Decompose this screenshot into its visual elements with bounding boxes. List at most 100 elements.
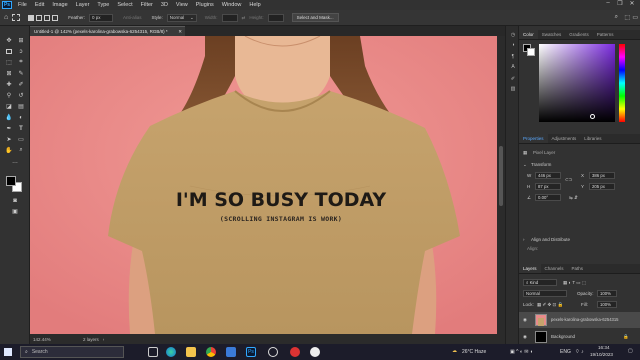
tab-properties[interactable]: Properties bbox=[519, 134, 548, 143]
select-and-mask-button[interactable]: Select and Mask... bbox=[291, 13, 339, 22]
lock-icons[interactable]: ▦ ✐ ✥ ⊡ 🔒 bbox=[537, 302, 563, 308]
close-tab-icon[interactable]: ✕ bbox=[178, 29, 182, 35]
link-icon[interactable]: ⊂⊃ bbox=[565, 177, 573, 183]
tab-patterns[interactable]: Patterns bbox=[593, 30, 618, 39]
share-icon[interactable]: ⬚ bbox=[624, 14, 630, 21]
hand-tool-icon[interactable]: ✋ bbox=[4, 146, 14, 155]
character-icon[interactable]: A bbox=[509, 64, 517, 71]
capture-app-icon[interactable] bbox=[268, 347, 278, 357]
artboard-tool-icon[interactable]: ⊞ bbox=[16, 36, 26, 45]
photoshop-taskbar-icon[interactable]: Ps bbox=[246, 347, 256, 357]
y-field[interactable]: 205 px bbox=[589, 183, 615, 190]
record-app-icon[interactable] bbox=[290, 347, 300, 357]
color-picker-field[interactable] bbox=[539, 44, 615, 122]
menu-edit[interactable]: Edit bbox=[35, 2, 44, 8]
menu-file[interactable]: File bbox=[18, 2, 27, 8]
color-picker-cursor[interactable] bbox=[590, 114, 595, 119]
menu-3d[interactable]: 3D bbox=[161, 2, 168, 8]
layer-filter-dropdown[interactable]: ⌕ Kind bbox=[523, 279, 557, 286]
vertical-scrollbar[interactable] bbox=[497, 36, 505, 334]
zoom-level[interactable]: 142.44% bbox=[33, 337, 73, 342]
path-selection-icon[interactable]: ➤ bbox=[4, 135, 14, 144]
clock-date[interactable]: 19/10/2023 bbox=[590, 352, 613, 357]
foreground-color-swatch[interactable] bbox=[6, 176, 16, 186]
network-volume-icons[interactable]: ⌔ ♪ bbox=[575, 349, 584, 355]
dodge-tool-icon[interactable]: ◐ bbox=[16, 113, 26, 122]
libraries-icon[interactable]: ▥ bbox=[509, 86, 517, 93]
menu-view[interactable]: View bbox=[176, 2, 188, 8]
paragraph-icon[interactable]: ¶ bbox=[509, 54, 517, 61]
menu-layer[interactable]: Layer bbox=[76, 2, 90, 8]
clone-stamp-icon[interactable]: ⚲ bbox=[4, 91, 14, 100]
type-tool-icon[interactable]: T bbox=[16, 124, 26, 133]
menu-type[interactable]: Type bbox=[97, 2, 109, 8]
scrollbar-thumb[interactable] bbox=[499, 146, 503, 206]
clock-time[interactable]: 16:34 bbox=[598, 345, 610, 350]
tab-channels[interactable]: Channels bbox=[541, 264, 568, 273]
history-brush-icon[interactable]: ↺ bbox=[16, 91, 26, 100]
style-dropdown[interactable]: Normal ⌄ bbox=[166, 13, 197, 22]
tray-icons[interactable]: ▣ ^ ◐ ✉ ◖ bbox=[510, 349, 533, 355]
weather-text[interactable]: 26°C Haze bbox=[462, 349, 486, 355]
eyedropper-tool-icon[interactable]: ✎ bbox=[16, 69, 26, 78]
language-indicator[interactable]: ENG bbox=[560, 349, 571, 355]
windows-start-icon[interactable] bbox=[4, 348, 12, 356]
height-input[interactable] bbox=[267, 13, 284, 22]
adjustments-icon[interactable]: ◑ bbox=[509, 42, 517, 49]
tab-libraries[interactable]: Libraries bbox=[580, 134, 605, 143]
marquee-tool-icon[interactable] bbox=[12, 14, 21, 21]
weather-icon[interactable]: ☁ bbox=[452, 348, 457, 354]
visibility-eye-icon[interactable]: ◉ bbox=[523, 334, 527, 340]
tab-color[interactable]: Color bbox=[519, 30, 538, 39]
document-canvas[interactable]: I'M SO BUSY TODAY (SCROLLING INSTAGRAM I… bbox=[30, 36, 497, 334]
flip-icons[interactable]: ⇋ ⇵ bbox=[569, 195, 578, 201]
opacity-field[interactable]: 100% bbox=[597, 290, 617, 297]
background-swatch-small[interactable] bbox=[527, 48, 535, 56]
media-app-icon[interactable] bbox=[310, 347, 320, 357]
menu-help[interactable]: Help bbox=[249, 2, 260, 8]
document-tab[interactable]: Untitled-1 @ 142% (pexels-karolina-grabo… bbox=[30, 26, 185, 36]
swap-icon[interactable]: ⇄ bbox=[242, 15, 246, 21]
menu-window[interactable]: Window bbox=[222, 2, 242, 8]
search-icon[interactable]: ⌕ bbox=[615, 14, 618, 21]
layer-row[interactable]: ◉ Background 🔒 bbox=[519, 330, 640, 344]
home-icon[interactable]: ⌂ bbox=[4, 14, 8, 21]
tab-layers[interactable]: Layers bbox=[519, 264, 541, 273]
frame-tool-icon[interactable]: ⊠ bbox=[4, 69, 14, 78]
feather-input[interactable]: 0 px bbox=[89, 13, 113, 22]
crop-tool-icon[interactable]: ⌗ bbox=[16, 58, 26, 67]
task-view-icon[interactable] bbox=[148, 347, 158, 357]
hue-slider[interactable] bbox=[619, 44, 625, 122]
restore-icon[interactable]: ❐ bbox=[614, 0, 626, 7]
history-icon[interactable]: ◷ bbox=[509, 32, 517, 39]
chrome-icon[interactable] bbox=[206, 347, 216, 357]
antialias-label[interactable]: Anti-alias bbox=[123, 15, 142, 20]
brush-tool-icon[interactable]: ✐ bbox=[16, 80, 26, 89]
tab-gradients[interactable]: Gradients bbox=[565, 30, 593, 39]
x-field[interactable]: 386 px bbox=[589, 172, 615, 179]
angle-field[interactable]: 0.00° bbox=[535, 194, 561, 201]
pen-tool-icon[interactable]: ✒ bbox=[4, 124, 14, 133]
blend-mode-dropdown[interactable]: Normal bbox=[523, 290, 567, 297]
brush-settings-icon[interactable]: ✐ bbox=[509, 76, 517, 83]
move-tool-icon[interactable]: ✥ bbox=[4, 36, 14, 45]
notifications-icon[interactable]: ▢ bbox=[628, 348, 633, 354]
width-field[interactable]: 446 px bbox=[535, 172, 561, 179]
blur-tool-icon[interactable]: 💧 bbox=[4, 113, 14, 122]
store-icon[interactable] bbox=[226, 347, 236, 357]
menu-filter[interactable]: Filter bbox=[141, 2, 153, 8]
chevron-right-icon[interactable]: › bbox=[103, 337, 105, 342]
edge-icon[interactable] bbox=[166, 347, 176, 357]
close-icon[interactable]: ✕ bbox=[626, 0, 638, 7]
quick-mask-icon[interactable]: ◙ bbox=[10, 196, 20, 205]
menu-plugins[interactable]: Plugins bbox=[196, 2, 214, 8]
object-selection-icon[interactable]: ⬚ bbox=[4, 58, 14, 67]
fill-field[interactable]: 100% bbox=[597, 301, 617, 308]
workspace-icon[interactable]: ▭ bbox=[632, 14, 638, 21]
tab-adjustments[interactable]: Adjustments bbox=[548, 134, 581, 143]
lasso-tool-icon[interactable]: ↄ bbox=[16, 47, 26, 56]
eraser-tool-icon[interactable]: ◪ bbox=[4, 102, 14, 111]
taskbar-search-box[interactable]: ⌕ Search bbox=[20, 346, 124, 358]
rectangle-tool-icon[interactable]: ▭ bbox=[16, 135, 26, 144]
zoom-tool-icon[interactable]: ⌕ bbox=[16, 146, 26, 155]
